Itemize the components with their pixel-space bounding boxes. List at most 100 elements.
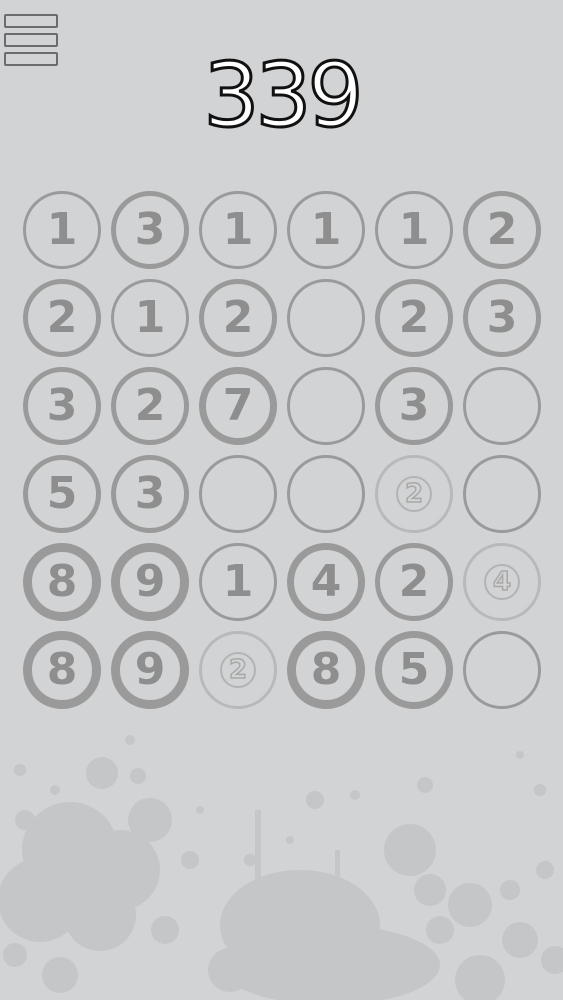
circle-number: 2 — [222, 292, 254, 343]
empty-circle[interactable] — [463, 455, 541, 533]
circle-number: 8 — [310, 644, 342, 695]
number-circle[interactable]: 1 — [199, 543, 277, 621]
board-cell: 4 — [282, 538, 370, 626]
board-cell: 5 — [370, 626, 458, 714]
circle-number: 5 — [398, 644, 430, 695]
circle-number: 9 — [134, 556, 166, 607]
number-circle[interactable]: 2 — [23, 279, 101, 357]
board-cell: 3 — [458, 274, 546, 362]
number-circle[interactable]: 3 — [111, 455, 189, 533]
board-cell: 8 — [282, 626, 370, 714]
number-circle[interactable]: 4 — [463, 543, 541, 621]
board-cell: 8 — [18, 626, 106, 714]
board-cell: 3 — [106, 186, 194, 274]
board-cell: 3 — [106, 450, 194, 538]
number-circle[interactable]: 8 — [23, 543, 101, 621]
board-cell — [282, 450, 370, 538]
number-circle[interactable]: 1 — [375, 191, 453, 269]
circle-number: 2 — [486, 204, 518, 255]
number-circle[interactable]: 8 — [23, 631, 101, 709]
number-circle[interactable]: 1 — [287, 191, 365, 269]
circle-number: 5 — [46, 468, 78, 519]
board-cell: 1 — [106, 274, 194, 362]
circle-number: 2 — [398, 292, 430, 343]
number-circle[interactable]: 4 — [287, 543, 365, 621]
board-cell: 2 — [370, 538, 458, 626]
board-cell: 1 — [194, 186, 282, 274]
number-circle[interactable]: 1 — [199, 191, 277, 269]
board-cell: 2 — [106, 362, 194, 450]
circle-number: 1 — [222, 204, 254, 255]
board-cell: 1 — [18, 186, 106, 274]
board-cell: 1 — [370, 186, 458, 274]
ink-splatter-decoration — [0, 735, 563, 1000]
board-cell: 7 — [194, 362, 282, 450]
board-cell: 2 — [370, 274, 458, 362]
game-board: 1 3 1 1 1 2 2 1 2 2 3 3 2 7 3 5 3 2 8 9 1 4 2 4 8 9 2 8 5 — [18, 186, 546, 714]
number-circle[interactable]: 5 — [23, 455, 101, 533]
board-cell: 1 — [194, 538, 282, 626]
empty-circle[interactable] — [463, 631, 541, 709]
circle-number: 2 — [398, 556, 430, 607]
number-circle[interactable]: 2 — [375, 455, 453, 533]
score-display: 339 — [202, 43, 365, 149]
number-circle[interactable]: 9 — [111, 631, 189, 709]
board-cell: 2 — [194, 274, 282, 362]
circle-number: 4 — [484, 564, 520, 600]
empty-circle[interactable] — [463, 367, 541, 445]
circle-number: 3 — [46, 380, 78, 431]
empty-circle[interactable] — [287, 367, 365, 445]
empty-circle[interactable] — [287, 455, 365, 533]
board-cell: 9 — [106, 626, 194, 714]
number-circle[interactable]: 9 — [111, 543, 189, 621]
board-cell: 9 — [106, 538, 194, 626]
circle-number: 2 — [134, 380, 166, 431]
board-cell: 1 — [282, 186, 370, 274]
board-cell: 5 — [18, 450, 106, 538]
number-circle[interactable]: 2 — [199, 279, 277, 357]
circle-number: 2 — [46, 292, 78, 343]
number-circle[interactable]: 1 — [111, 279, 189, 357]
number-circle[interactable]: 1 — [23, 191, 101, 269]
circle-number: 8 — [46, 556, 78, 607]
number-circle[interactable]: 3 — [463, 279, 541, 357]
board-cell: 3 — [18, 362, 106, 450]
number-circle[interactable]: 2 — [111, 367, 189, 445]
board-cell: 2 — [18, 274, 106, 362]
number-circle[interactable]: 3 — [23, 367, 101, 445]
board-cell — [458, 626, 546, 714]
number-circle[interactable]: 5 — [375, 631, 453, 709]
circle-number: 1 — [46, 204, 78, 255]
number-circle[interactable]: 8 — [287, 631, 365, 709]
circle-number: 3 — [398, 380, 430, 431]
board-cell — [282, 362, 370, 450]
board-cell: 8 — [18, 538, 106, 626]
circle-number: 4 — [310, 556, 342, 607]
circle-number: 3 — [134, 468, 166, 519]
number-circle[interactable]: 2 — [375, 279, 453, 357]
empty-circle[interactable] — [199, 455, 277, 533]
board-cell: 3 — [370, 362, 458, 450]
board-cell: 2 — [194, 626, 282, 714]
number-circle[interactable]: 7 — [199, 367, 277, 445]
empty-circle[interactable] — [287, 279, 365, 357]
circle-number: 3 — [134, 204, 166, 255]
circle-number: 8 — [46, 644, 78, 695]
circle-number: 3 — [486, 292, 518, 343]
circle-number: 2 — [396, 476, 432, 512]
circle-number: 7 — [222, 380, 254, 431]
circle-number: 1 — [310, 204, 342, 255]
number-circle[interactable]: 3 — [375, 367, 453, 445]
circle-number: 1 — [222, 556, 254, 607]
board-cell: 2 — [370, 450, 458, 538]
number-circle[interactable]: 2 — [375, 543, 453, 621]
number-circle[interactable]: 2 — [463, 191, 541, 269]
board-cell: 4 — [458, 538, 546, 626]
circle-number: 1 — [134, 292, 166, 343]
board-cell — [458, 362, 546, 450]
number-circle[interactable]: 3 — [111, 191, 189, 269]
number-circle[interactable]: 2 — [199, 631, 277, 709]
board-cell — [194, 450, 282, 538]
board-cell — [282, 274, 370, 362]
circle-number: 1 — [398, 204, 430, 255]
